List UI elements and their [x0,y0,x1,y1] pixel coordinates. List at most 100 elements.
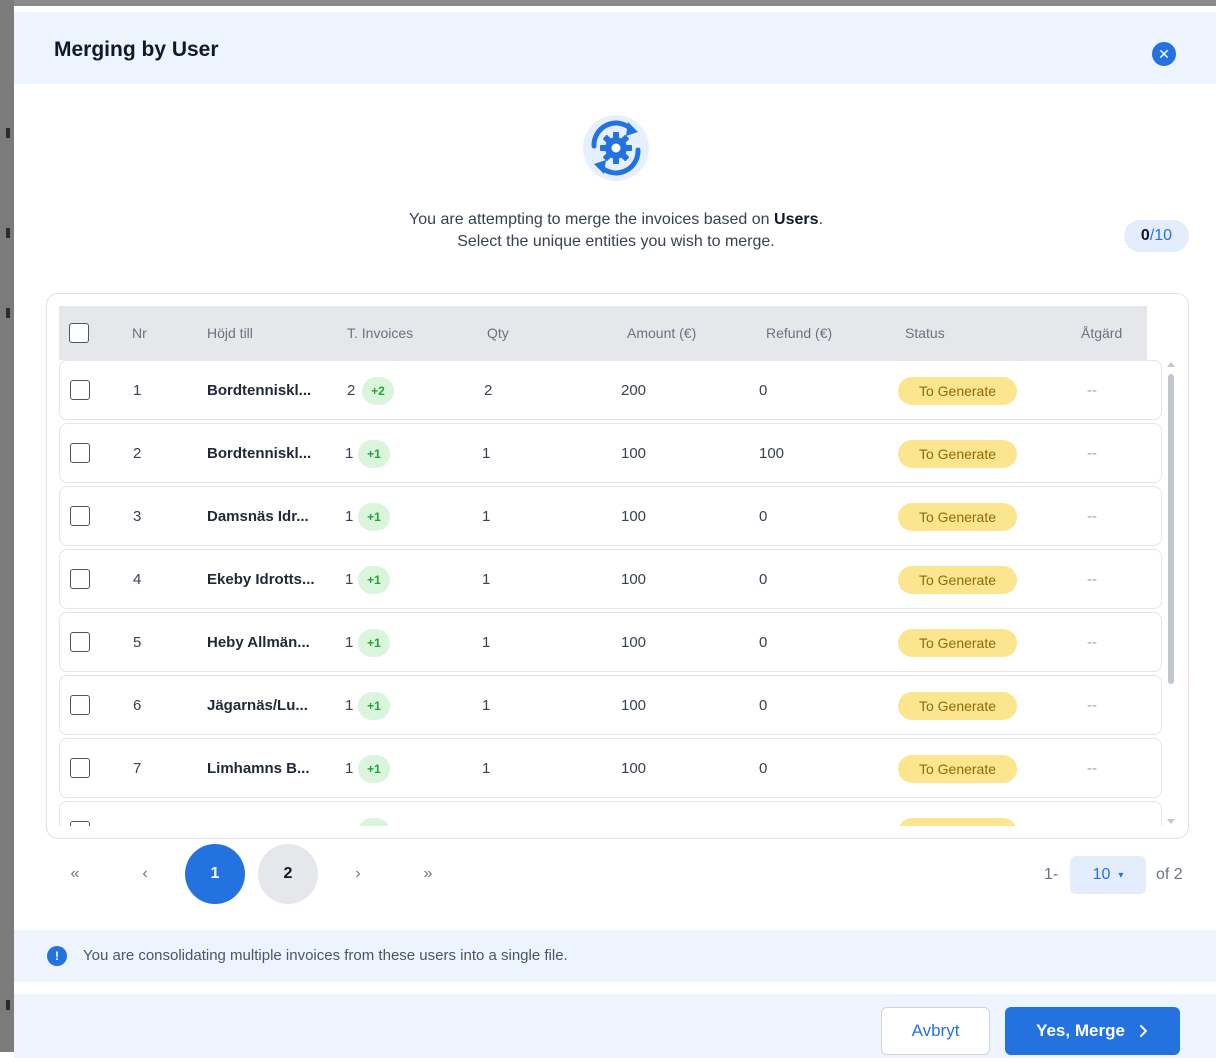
invoice-plus-badge: +1 [358,692,390,720]
merge-sync-gear-icon [583,115,649,181]
table-row[interactable]: 1 Bordtenniskl... 2 +2 2 200 0 To Genera… [59,360,1162,420]
prev-page-button[interactable]: ‹ [115,844,175,904]
row-action: -- [1087,508,1097,525]
intro-line-2: Select the unique entities you wish to m… [457,233,775,250]
select-all-checkbox[interactable] [69,323,89,343]
row-refund: 100 [759,445,785,462]
merge-button-label: Yes, Merge [1036,1021,1125,1040]
row-checkbox[interactable] [70,695,90,715]
row-checkbox[interactable] [70,380,90,400]
scroll-up-arrow-icon[interactable] [1167,362,1175,367]
row-qty: 1 [482,697,491,714]
column-header-qty: Qty [487,325,509,341]
row-checkbox[interactable] [70,821,90,826]
last-page-button[interactable]: » [398,844,458,904]
merge-dialog: Merging by User ✕ You are attempting to … [14,0,1216,1058]
status-badge: To Generate [898,692,1017,720]
status-badge: To Generate [898,440,1017,468]
info-text: You are consolidating multiple invoices … [83,947,568,964]
row-checkbox[interactable] [70,758,90,778]
dialog-footer: Avbryt Yes, Merge [14,994,1216,1058]
table-row[interactable]: 2 Bordtenniskl... 1 +1 1 100 100 To Gene… [59,423,1162,483]
column-header-amount: Amount (€) [627,325,697,341]
row-checkbox[interactable] [70,569,90,589]
selected-count: 0 [1140,227,1150,244]
row-qty: 1 [482,571,491,588]
column-header-status: Status [905,325,945,341]
row-invoice-count: 1 [345,634,354,651]
row-checkbox[interactable] [70,506,90,526]
first-page-button[interactable]: « [45,844,105,904]
row-amount: 200 [621,382,647,399]
table-row-partial[interactable] [59,801,1162,826]
row-nr: 6 [133,697,142,714]
intro-line-1-text: You are attempting to merge the invoices… [409,211,775,228]
row-refund: 0 [759,634,768,651]
status-badge-partial [898,818,1017,826]
row-nr: 3 [133,508,142,525]
intro-line-1-end: . [818,211,823,228]
invoice-plus-badge: +1 [358,440,390,468]
row-amount: 100 [621,634,647,651]
cancel-button[interactable]: Avbryt [881,1007,990,1055]
row-invoice-count: 1 [345,445,354,462]
row-amount: 100 [621,571,647,588]
row-nr: 7 [133,760,142,777]
row-user-name: Bordtenniskl... [207,445,312,462]
invoice-plus-badge: +1 [358,755,390,783]
row-refund: 0 [759,760,768,777]
row-user-name: Heby Allmän... [207,634,310,651]
row-qty: 1 [482,634,491,651]
status-badge: To Generate [898,377,1017,405]
row-invoice-count: 1 [345,508,354,525]
per-page-select[interactable]: 10 ▾ [1070,856,1146,894]
backdrop-text-fragment [6,228,10,238]
invoice-plus-badge: +2 [362,377,394,405]
row-checkbox[interactable] [70,443,90,463]
status-badge: To Generate [898,755,1017,783]
table-row[interactable]: 6 Jägarnäs/Lu... 1 +1 1 100 0 To Generat… [59,675,1162,735]
row-refund: 0 [759,508,768,525]
backdrop-text-fragment [6,128,10,138]
scrollbar-thumb[interactable] [1168,374,1174,684]
row-refund: 0 [759,382,768,399]
row-amount: 100 [621,697,647,714]
row-checkbox[interactable] [70,632,90,652]
row-qty: 1 [482,508,491,525]
table-row[interactable]: 4 Ekeby Idrotts... 1 +1 1 100 0 To Gener… [59,549,1162,609]
total-count: /10 [1149,227,1173,244]
chevron-right-icon [1139,1025,1147,1037]
next-page-button[interactable]: › [328,844,388,904]
row-action: -- [1087,697,1097,714]
table-body[interactable]: 1 Bordtenniskl... 2 +2 2 200 0 To Genera… [59,360,1164,826]
table-row[interactable]: 3 Damsnäs Idr... 1 +1 1 100 0 To Generat… [59,486,1162,546]
row-action: -- [1087,445,1097,462]
table-header: Nr Höjd till T. Invoices Qty Amount (€) … [59,306,1147,360]
row-action: -- [1087,634,1097,651]
merge-button[interactable]: Yes, Merge [1005,1007,1180,1055]
intro-line-1-emphasis: Users [774,211,819,228]
column-header-user: Höjd till [207,325,253,341]
column-header-action: Åtgärd [1081,325,1123,341]
row-refund: 0 [759,571,768,588]
close-icon[interactable]: ✕ [1152,42,1176,66]
scroll-down-arrow-icon[interactable] [1167,819,1175,824]
row-user-name: Jägarnäs/Lu... [207,697,308,714]
page-button-2[interactable]: 2 [258,844,318,904]
invoice-plus-badge: +1 [358,566,390,594]
backdrop-text-fragment [6,308,10,318]
entities-table: Nr Höjd till T. Invoices Qty Amount (€) … [46,293,1189,839]
row-amount: 100 [621,760,647,777]
row-nr: 4 [133,571,142,588]
table-row[interactable]: 7 Limhamns B... 1 +1 1 100 0 To Generate… [59,738,1162,798]
row-user-name: Bordtenniskl... [207,382,312,399]
row-user-name: Limhamns B... [207,760,310,777]
row-refund: 0 [759,697,768,714]
per-page-value: 10 [1092,866,1111,883]
table-row[interactable]: 5 Heby Allmän... 1 +1 1 100 0 To Generat… [59,612,1162,672]
table-scrollbar[interactable] [1166,360,1176,826]
page-button-1[interactable]: 1 [185,844,245,904]
page-backdrop [0,0,14,1052]
row-user-name: Ekeby Idrotts... [207,571,315,588]
row-qty: 2 [484,382,493,399]
